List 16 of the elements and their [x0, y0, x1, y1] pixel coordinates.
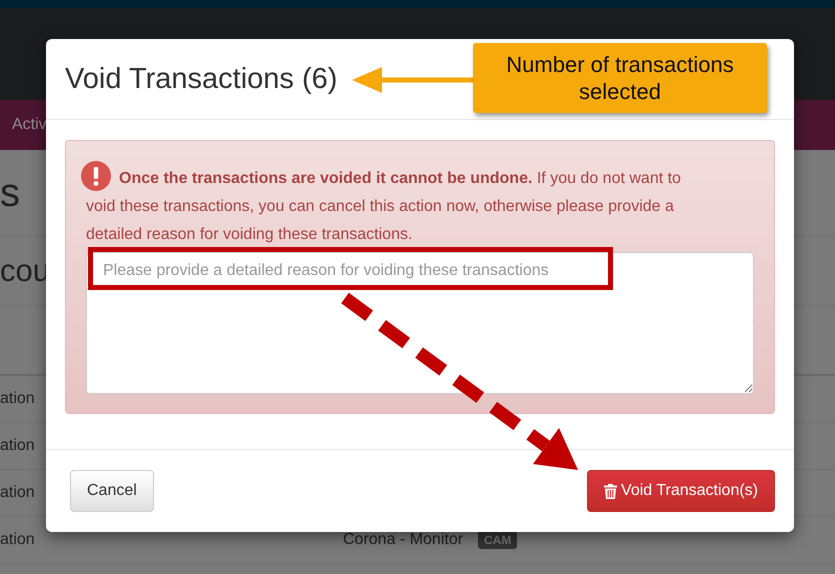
- table-cell: Corona - Monitor: [343, 531, 464, 549]
- dialog-title: Void Transactions (6): [65, 62, 338, 96]
- void-button[interactable]: Void Transaction(s): [587, 470, 775, 512]
- cancel-button[interactable]: Cancel: [70, 470, 154, 512]
- nav-item[interactable]: Activ: [12, 116, 47, 134]
- warning-icon: [81, 161, 111, 191]
- tag: CAM: [478, 531, 518, 549]
- callout: Number of transactions selected: [473, 43, 767, 113]
- table-cell: ation: [0, 531, 35, 549]
- trash-icon: [604, 484, 618, 498]
- table-cell: ation: [0, 484, 35, 502]
- table-cell: ation: [0, 390, 35, 408]
- reason-field[interactable]: Please provide a detailed reason for voiding these transactions: [86, 252, 754, 394]
- warning-text: Once the transactions are voided it cannot be undone. If you do not want to void these transactions, you can cancel this action now, otherwise please provide a detailed reason for voiding these transactions.: [86, 161, 754, 249]
- page-heading: s: [0, 170, 20, 216]
- table-cell: ation: [0, 437, 35, 455]
